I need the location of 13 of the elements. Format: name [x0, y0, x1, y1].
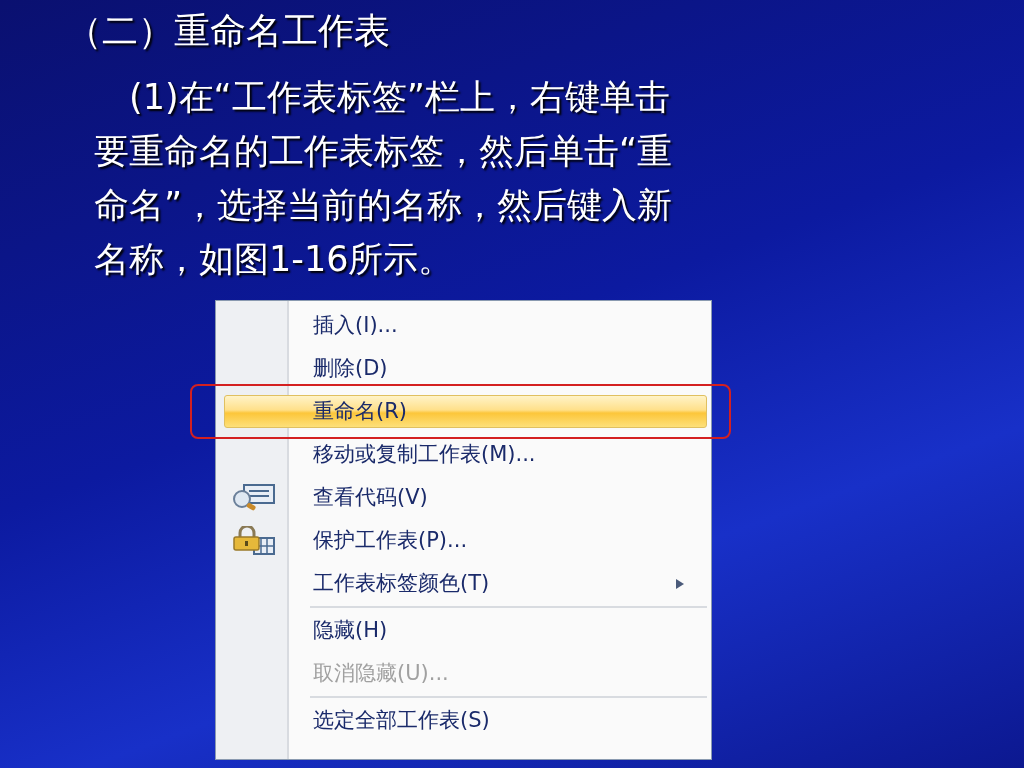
menu-item[interactable]: 删除(D)	[313, 352, 388, 385]
slide-body-text: (1)在“工作表标签”栏上，右键单击要重命名的工作表标签，然后单击“重命名”，选择当前的名称，然后键入新名称，如图1-16所示。	[94, 76, 674, 281]
menu-item[interactable]: 工作表标签颜色(T)	[313, 567, 490, 600]
menu-item[interactable]: 移动或复制工作表(M)...	[313, 438, 536, 471]
menu-item[interactable]: 重命名(R)	[313, 395, 407, 428]
menu-item[interactable]: 查看代码(V)	[313, 481, 428, 514]
menu-item[interactable]: 选定全部工作表(S)	[313, 704, 490, 737]
menu-item[interactable]: 隐藏(H)	[313, 614, 388, 647]
menu-item[interactable]: 插入(I)...	[313, 309, 398, 342]
menu-item[interactable]: 保护工作表(P)...	[313, 524, 468, 557]
magnifier-window-icon	[231, 483, 276, 512]
padlock-grid-icon	[231, 525, 276, 556]
slide-title: （二）重命名工作表	[66, 9, 391, 53]
